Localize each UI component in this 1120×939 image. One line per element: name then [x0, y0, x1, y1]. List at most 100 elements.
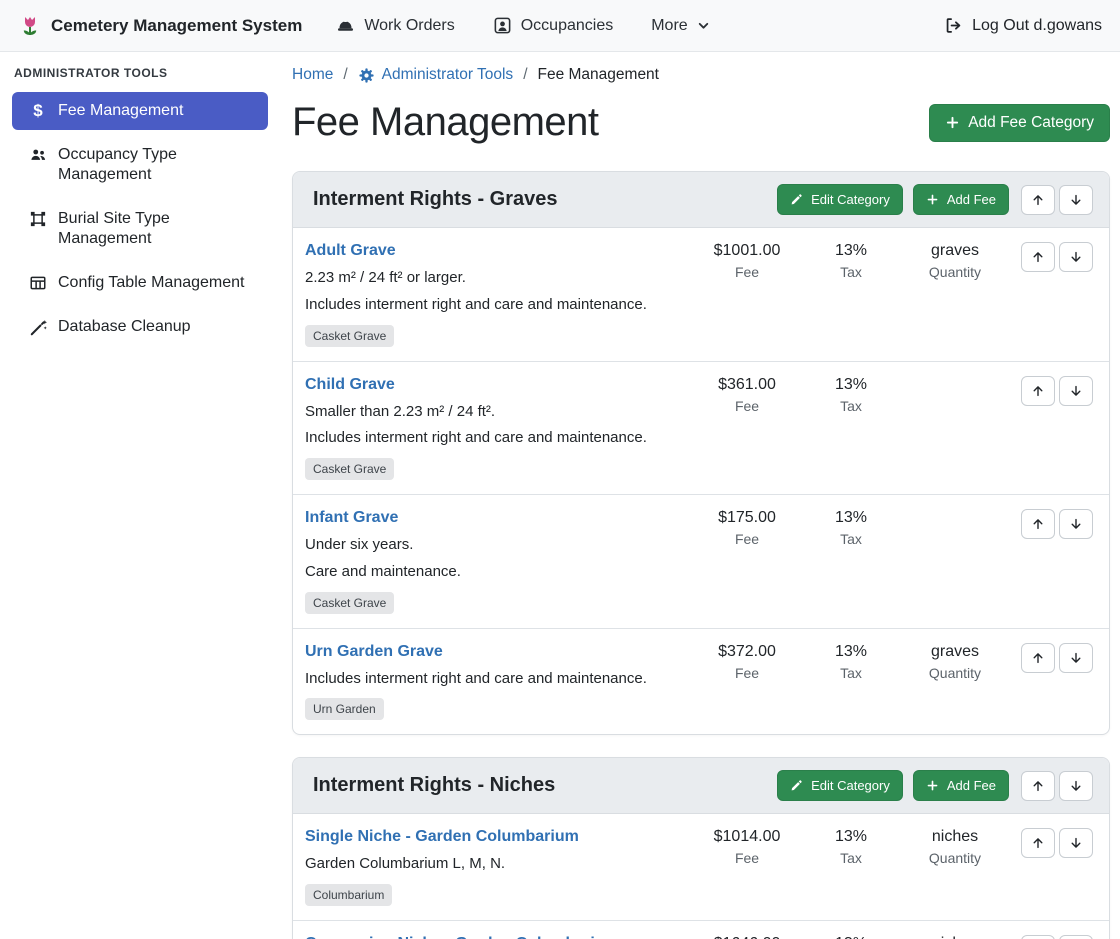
breadcrumb-home-link[interactable]: Home — [292, 66, 333, 84]
fee-row: Adult Grave 2.23 m² / 24 ft² or larger. … — [293, 228, 1109, 361]
fee-main: Urn Garden Grave Includes interment righ… — [305, 643, 695, 721]
fee-label: Fee — [695, 264, 799, 280]
move-category-down-button[interactable] — [1059, 185, 1093, 215]
fee-main: Adult Grave 2.23 m² / 24 ft² or larger. … — [305, 242, 695, 347]
fee-col: $1646.00 Fee — [695, 935, 799, 939]
fee-description-2: Includes interment right and care and ma… — [305, 427, 685, 449]
move-fee-up-button[interactable] — [1021, 828, 1055, 858]
move-fee-up-button[interactable] — [1021, 643, 1055, 673]
nav-label: More — [651, 17, 687, 35]
person-frame-icon — [493, 16, 512, 35]
tax-col: 13% Tax — [799, 828, 903, 866]
fee-description: Smaller than 2.23 m² / 24 ft². — [305, 401, 685, 423]
fee-amount: $361.00 — [695, 376, 799, 394]
arrow-up-icon — [1031, 384, 1045, 398]
arrow-down-icon — [1069, 836, 1083, 850]
fee-type-badge: Urn Garden — [305, 698, 384, 720]
sidebar-item-occupancy-type-management[interactable]: Occupancy Type Management — [12, 136, 268, 194]
nav-label: Work Orders — [364, 17, 454, 35]
move-fee-up-button[interactable] — [1021, 935, 1055, 939]
main-nav: Work Orders Occupancies More — [336, 16, 709, 35]
move-category-up-button[interactable] — [1021, 771, 1055, 801]
move-fee-down-button[interactable] — [1059, 509, 1093, 539]
add-fee-button[interactable]: Add Fee — [913, 184, 1009, 215]
fee-description: 2.23 m² / 24 ft² or larger. — [305, 267, 685, 289]
fee-list: Single Niche - Garden Columbarium Garden… — [293, 814, 1109, 939]
breadcrumb-admin-tools-link[interactable]: Administrator Tools — [358, 66, 514, 84]
nav-item-occupancies[interactable]: Occupancies — [493, 16, 614, 35]
arrow-up-icon — [1031, 779, 1045, 793]
category-header: Interment Rights - Niches Edit Category … — [293, 758, 1109, 814]
tulip-logo-icon — [18, 14, 42, 38]
arrow-down-icon — [1069, 384, 1083, 398]
fee-arrows — [1021, 242, 1093, 272]
fee-amount: $372.00 — [695, 643, 799, 661]
tax-label: Tax — [799, 264, 903, 280]
nav-item-more[interactable]: More — [651, 17, 709, 35]
table-icon — [26, 274, 50, 292]
fee-amount: $1014.00 — [695, 828, 799, 846]
nav-item-work-orders[interactable]: Work Orders — [336, 16, 454, 35]
fee-col: $372.00 Fee — [695, 643, 799, 681]
fee-name-link[interactable]: Single Niche - Garden Columbarium — [305, 828, 579, 846]
add-fee-button[interactable]: Add Fee — [913, 770, 1009, 801]
tax-label: Tax — [799, 665, 903, 681]
fee-type-badge: Casket Grave — [305, 592, 394, 614]
sidebar-item-burial-site-type-management[interactable]: Burial Site Type Management — [12, 200, 268, 258]
fee-label: Fee — [695, 665, 799, 681]
move-category-down-button[interactable] — [1059, 771, 1093, 801]
move-fee-up-button[interactable] — [1021, 242, 1055, 272]
fee-row: Urn Garden Grave Includes interment righ… — [293, 628, 1109, 735]
fee-row: Infant Grave Under six years. Care and m… — [293, 494, 1109, 628]
add-fee-category-button[interactable]: Add Fee Category — [929, 104, 1110, 142]
plus-icon — [945, 115, 960, 130]
move-fee-down-button[interactable] — [1059, 828, 1093, 858]
fee-name-link[interactable]: Urn Garden Grave — [305, 643, 443, 661]
sidebar-heading: Administrator Tools — [14, 66, 266, 80]
fee-row: Companion Niche - Garden Columbarium Gar… — [293, 920, 1109, 939]
page-title: Fee Management — [292, 100, 599, 145]
vector-square-icon — [26, 210, 50, 228]
fee-name-link[interactable]: Companion Niche - Garden Columbarium — [305, 935, 619, 939]
fee-type-badge: Casket Grave — [305, 325, 394, 347]
fee-arrows — [1021, 509, 1093, 539]
move-category-up-button[interactable] — [1021, 185, 1055, 215]
logout-button[interactable]: Log Out d.gowans — [944, 16, 1102, 35]
move-fee-down-button[interactable] — [1059, 242, 1093, 272]
fee-label: Fee — [695, 531, 799, 547]
sidebar-item-database-cleanup[interactable]: Database Cleanup — [12, 308, 268, 346]
fee-main: Single Niche - Garden Columbarium Garden… — [305, 828, 695, 906]
move-fee-down-button[interactable] — [1059, 643, 1093, 673]
quantity-value: niches — [903, 935, 1007, 939]
move-fee-up-button[interactable] — [1021, 376, 1055, 406]
fee-name-link[interactable]: Adult Grave — [305, 242, 396, 260]
fee-arrows — [1021, 643, 1093, 673]
edit-category-button[interactable]: Edit Category — [777, 184, 903, 215]
fee-name-link[interactable]: Child Grave — [305, 376, 395, 394]
quantity-label: Quantity — [903, 850, 1007, 866]
edit-category-label: Edit Category — [811, 192, 890, 207]
fee-description: Garden Columbarium L, M, N. — [305, 853, 685, 875]
sidebar-item-config-table-management[interactable]: Config Table Management — [12, 264, 268, 302]
tax-col: 13% Tax — [799, 643, 903, 681]
fee-amount: $1001.00 — [695, 242, 799, 260]
sidebar-item-label: Fee Management — [58, 101, 183, 121]
fee-row: Single Niche - Garden Columbarium Garden… — [293, 814, 1109, 920]
fee-amount: $1646.00 — [695, 935, 799, 939]
plus-icon — [926, 779, 939, 792]
sidebar-item-fee-management[interactable]: $ Fee Management — [12, 92, 268, 130]
fee-description-2: Includes interment right and care and ma… — [305, 294, 685, 316]
move-fee-down-button[interactable] — [1059, 376, 1093, 406]
fee-description-2: Care and maintenance. — [305, 561, 685, 583]
fee-name-link[interactable]: Infant Grave — [305, 509, 398, 527]
quantity-col: niches Quantity — [903, 935, 1007, 939]
fee-type-badge: Columbarium — [305, 884, 392, 906]
category-title: Interment Rights - Graves — [313, 188, 767, 211]
arrow-down-icon — [1069, 779, 1083, 793]
users-icon — [26, 146, 50, 164]
breadcrumb-separator: / — [343, 66, 347, 84]
move-fee-down-button[interactable] — [1059, 935, 1093, 939]
edit-category-button[interactable]: Edit Category — [777, 770, 903, 801]
move-fee-up-button[interactable] — [1021, 509, 1055, 539]
quantity-label: Quantity — [903, 264, 1007, 280]
